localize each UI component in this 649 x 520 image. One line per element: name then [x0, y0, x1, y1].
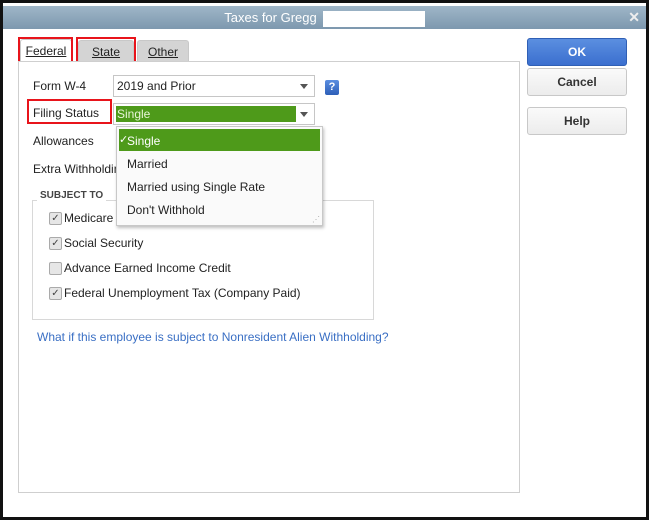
- chevron-down-icon: [300, 112, 308, 117]
- allowances-label: Allowances: [33, 134, 94, 148]
- resize-grip-icon[interactable]: ⋰: [312, 215, 320, 224]
- option-label: Single: [127, 134, 161, 148]
- cancel-button[interactable]: Cancel: [527, 68, 627, 96]
- medicare-label: Medicare: [64, 211, 114, 225]
- redacted-name: [322, 10, 425, 27]
- help-icon[interactable]: ?: [325, 80, 339, 95]
- extra-withholding-label: Extra Withholding: [33, 162, 116, 176]
- filing-status-select[interactable]: Single: [113, 103, 315, 125]
- nonresident-alien-link[interactable]: What if this employee is subject to Nonr…: [37, 330, 389, 344]
- title-bar: Taxes for Gregg ✕: [3, 6, 646, 29]
- tab-other[interactable]: Other: [137, 40, 189, 63]
- help-button[interactable]: Help: [527, 107, 627, 135]
- futa-label: Federal Unemployment Tax (Company Paid): [64, 286, 301, 300]
- advance-eic-label: Advance Earned Income Credit: [64, 261, 231, 275]
- filing-status-dropdown: ✓ Single Married Married using Single Ra…: [116, 126, 323, 226]
- window-title: Taxes for Gregg: [224, 10, 317, 25]
- form-w4-label: Form W-4: [33, 79, 87, 93]
- subject-to-title: SUBJECT TO: [37, 190, 107, 201]
- form-w4-select[interactable]: 2019 and Prior: [113, 75, 315, 97]
- dropdown-option-married-single-rate[interactable]: Married using Single Rate: [127, 180, 265, 194]
- highlight-federal: [18, 37, 73, 64]
- futa-checkbox[interactable]: ✓: [49, 287, 62, 300]
- social-security-checkbox[interactable]: ✓: [49, 237, 62, 250]
- filing-status-value: Single: [117, 107, 151, 121]
- tab-label: Other: [147, 45, 178, 59]
- medicare-checkbox[interactable]: ✓: [49, 212, 62, 225]
- highlight-filing-status: [27, 99, 112, 124]
- form-w4-value: 2019 and Prior: [117, 79, 196, 93]
- dropdown-option-married[interactable]: Married: [127, 157, 168, 171]
- ok-button[interactable]: OK: [527, 38, 627, 66]
- advance-eic-checkbox[interactable]: [49, 262, 62, 275]
- chevron-down-icon: [300, 84, 308, 89]
- close-icon[interactable]: ✕: [628, 9, 640, 26]
- social-security-label: Social Security: [64, 236, 144, 250]
- dropdown-option-dont-withhold[interactable]: Don't Withhold: [127, 203, 205, 217]
